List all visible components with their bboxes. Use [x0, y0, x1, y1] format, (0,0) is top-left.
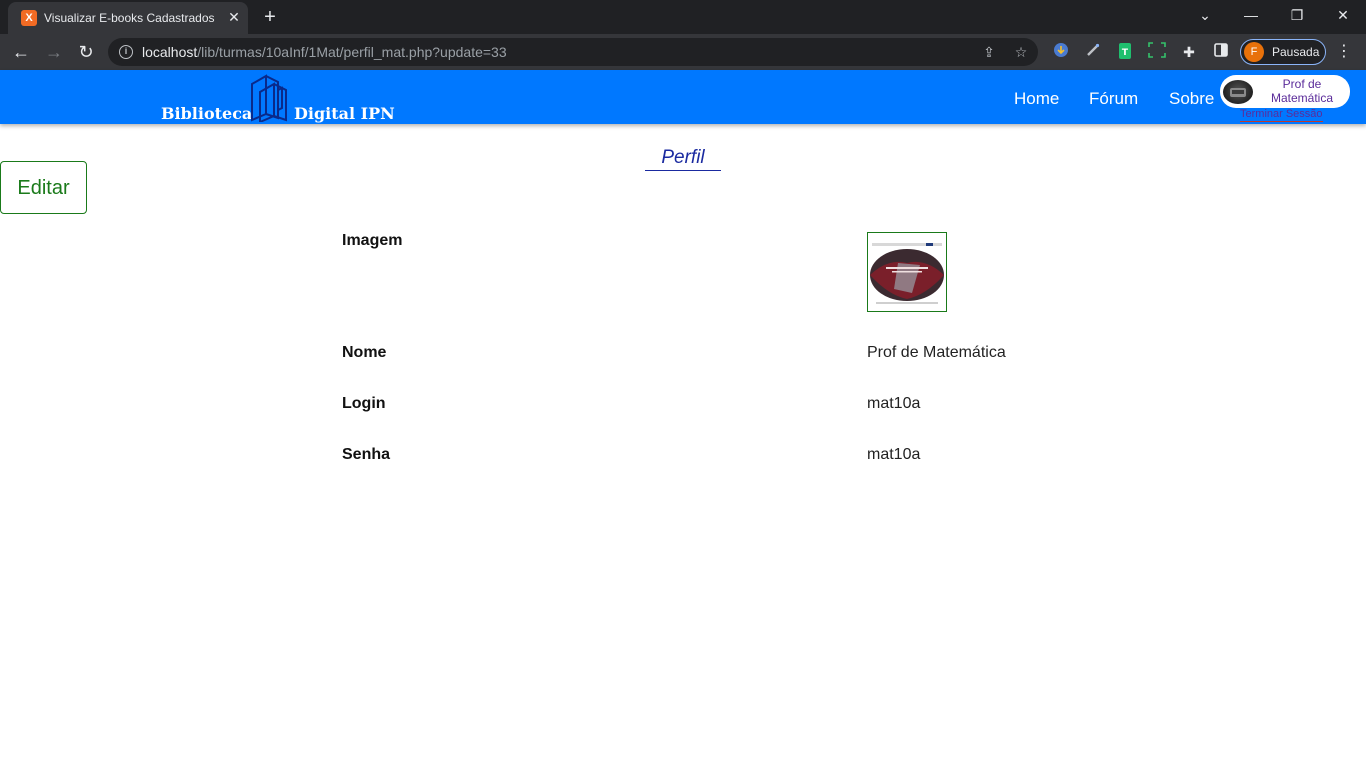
browser-menu-icon[interactable]: ⋮	[1334, 42, 1354, 62]
reload-icon[interactable]: ↻	[73, 39, 99, 65]
nav-link-home[interactable]: Home	[1014, 89, 1059, 109]
site-info-icon[interactable]: i	[119, 45, 133, 59]
brand-text-right[interactable]: Digital IPN	[294, 104, 395, 123]
nav-link-sobre[interactable]: Sobre	[1169, 89, 1214, 109]
pen-extension-icon[interactable]	[1083, 42, 1103, 62]
profile-avatar: F	[1244, 42, 1264, 62]
profile-button[interactable]: F Pausada	[1240, 39, 1326, 65]
edit-button[interactable]: Editar	[0, 161, 87, 214]
profile-status: Pausada	[1272, 45, 1320, 59]
minimize-icon[interactable]: —	[1228, 0, 1274, 30]
browser-toolbar: ← → ↻ i localhost/lib/turmas/10aInf/1Mat…	[0, 34, 1366, 70]
logout-link[interactable]: Terminar Sessão	[1240, 108, 1323, 122]
nav-link-forum[interactable]: Fórum	[1089, 89, 1138, 109]
restore-icon[interactable]: ❐	[1274, 0, 1320, 30]
close-tab-icon[interactable]: ✕	[225, 8, 243, 26]
share-icon[interactable]: ⇪	[979, 42, 999, 62]
avatar	[1223, 80, 1253, 104]
name-label: Nome	[342, 344, 387, 361]
books-logo-icon[interactable]	[248, 72, 296, 124]
svg-text:T: T	[1122, 48, 1129, 58]
browser-tab[interactable]: X Visualizar E-books Cadastrados ✕	[8, 2, 248, 34]
screenshot-extension-icon[interactable]	[1147, 42, 1167, 62]
side-panel-icon[interactable]	[1211, 42, 1231, 62]
download-extension-icon[interactable]	[1051, 42, 1071, 62]
sheets-extension-icon[interactable]: T	[1115, 42, 1135, 62]
password-label: Senha	[342, 446, 391, 463]
bookmark-star-icon[interactable]: ☆	[1011, 42, 1031, 62]
site-navbar: Biblioteca Digital IPN Home Fórum Sobre …	[0, 70, 1366, 124]
name-value: Prof de Matemática	[867, 344, 1006, 361]
url-text[interactable]: localhost/lib/turmas/10aInf/1Mat/perfil_…	[142, 44, 507, 60]
xampp-icon: X	[21, 10, 37, 26]
extensions-puzzle-icon[interactable]: ✚	[1179, 42, 1199, 62]
profile-image	[867, 232, 947, 312]
password-value: mat10a	[867, 446, 921, 463]
address-bar[interactable]: i localhost/lib/turmas/10aInf/1Mat/perfi…	[108, 38, 1038, 66]
tab-search-icon[interactable]: ⌄	[1182, 0, 1228, 30]
browser-tabstrip: X Visualizar E-books Cadastrados ✕ + ⌄ —…	[0, 0, 1366, 34]
brand-text-left[interactable]: Biblioteca	[161, 104, 252, 123]
user-card[interactable]: Prof de Matemática	[1220, 75, 1350, 108]
user-name: Prof de Matemática	[1270, 77, 1334, 105]
new-tab-icon[interactable]: +	[258, 6, 282, 28]
tab-title: Visualizar E-books Cadastrados	[44, 11, 215, 25]
back-icon[interactable]: ←	[8, 39, 34, 65]
image-label: Imagem	[342, 232, 403, 249]
login-label: Login	[342, 395, 386, 412]
login-value: mat10a	[867, 395, 921, 412]
page-title: Perfil	[645, 146, 721, 171]
close-window-icon[interactable]: ✕	[1320, 0, 1366, 30]
forward-icon[interactable]: →	[41, 39, 67, 65]
